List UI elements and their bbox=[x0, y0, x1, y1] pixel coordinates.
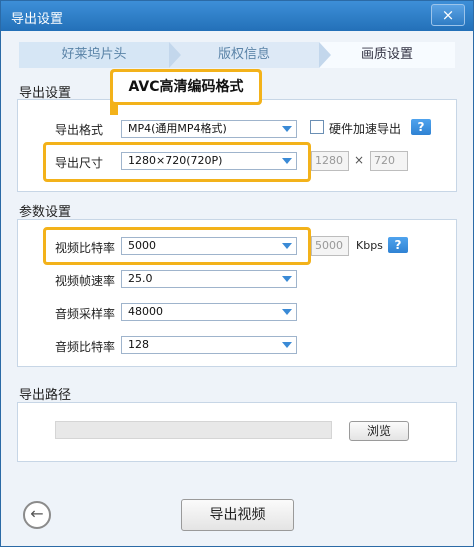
format-select[interactable]: MP4(通用MP4格式) bbox=[121, 120, 297, 138]
params-heading: 参数设置 bbox=[19, 205, 72, 220]
close-button[interactable]: × bbox=[431, 4, 465, 26]
video-bitrate-input[interactable]: 5000 bbox=[311, 236, 349, 256]
sample-rate-value: 48000 bbox=[128, 305, 163, 318]
audio-bitrate-select[interactable]: 128 bbox=[121, 336, 297, 354]
export-video-button[interactable]: 导出视频 bbox=[181, 499, 294, 531]
back-button[interactable]: ← bbox=[23, 501, 51, 529]
browse-button[interactable]: 浏览 bbox=[349, 421, 409, 441]
arrow-left-icon: ← bbox=[30, 504, 44, 523]
size-select-value: 1280×720(720P) bbox=[128, 154, 223, 167]
wizard-tabs: 好莱坞片头 版权信息 画质设置 bbox=[19, 42, 455, 68]
callout-text: AVC高清编码格式 bbox=[113, 72, 259, 102]
audio-bitrate-value: 128 bbox=[128, 338, 149, 351]
format-select-value: MP4(通用MP4格式) bbox=[128, 122, 227, 135]
kbps-unit: Kbps bbox=[356, 239, 383, 252]
tab-separator bbox=[169, 42, 181, 68]
video-bitrate-label: 视频比特率 bbox=[55, 241, 116, 255]
sample-rate-select[interactable]: 48000 bbox=[121, 303, 297, 321]
export-settings-window: 导出设置 × 好莱坞片头 版权信息 画质设置 导出设置 导出格式 MP4(通用M… bbox=[0, 0, 474, 547]
chevron-down-icon bbox=[282, 126, 292, 132]
tab-copyright[interactable]: 版权信息 bbox=[169, 42, 319, 68]
fps-value: 25.0 bbox=[128, 272, 153, 285]
chevron-down-icon bbox=[282, 158, 292, 164]
audio-bitrate-label: 音频比特率 bbox=[55, 340, 116, 354]
width-input[interactable]: 1280 bbox=[311, 151, 349, 171]
chevron-down-icon bbox=[282, 276, 292, 282]
fps-select[interactable]: 25.0 bbox=[121, 270, 297, 288]
fps-label: 视频帧速率 bbox=[55, 274, 116, 288]
chevron-down-icon bbox=[282, 342, 292, 348]
chevron-down-icon bbox=[282, 243, 292, 249]
tab-separator bbox=[319, 42, 331, 68]
chevron-down-icon bbox=[282, 309, 292, 315]
sample-rate-label: 音频采样率 bbox=[55, 307, 116, 321]
close-icon: × bbox=[441, 6, 455, 24]
video-bitrate-select[interactable]: 5000 bbox=[121, 237, 297, 255]
size-label: 导出尺寸 bbox=[55, 156, 104, 170]
tab-quality[interactable]: 画质设置 bbox=[319, 42, 455, 68]
path-heading: 导出路径 bbox=[19, 388, 72, 403]
format-label: 导出格式 bbox=[55, 123, 104, 137]
title-bar: 导出设置 × bbox=[1, 1, 473, 31]
callout-badge: AVC高清编码格式 bbox=[110, 69, 262, 105]
path-input[interactable] bbox=[55, 421, 332, 439]
times-sign: × bbox=[354, 153, 365, 167]
hw-accel-label: 硬件加速导出 bbox=[329, 122, 402, 136]
video-bitrate-value: 5000 bbox=[128, 239, 156, 252]
height-input[interactable]: 720 bbox=[370, 151, 408, 171]
help-icon[interactable]: ? bbox=[411, 119, 431, 135]
size-select[interactable]: 1280×720(720P) bbox=[121, 152, 297, 170]
tab-intro[interactable]: 好莱坞片头 bbox=[19, 42, 169, 68]
help-icon[interactable]: ? bbox=[388, 237, 408, 253]
hw-accel-checkbox[interactable] bbox=[310, 120, 324, 134]
window-title: 导出设置 bbox=[11, 12, 64, 27]
